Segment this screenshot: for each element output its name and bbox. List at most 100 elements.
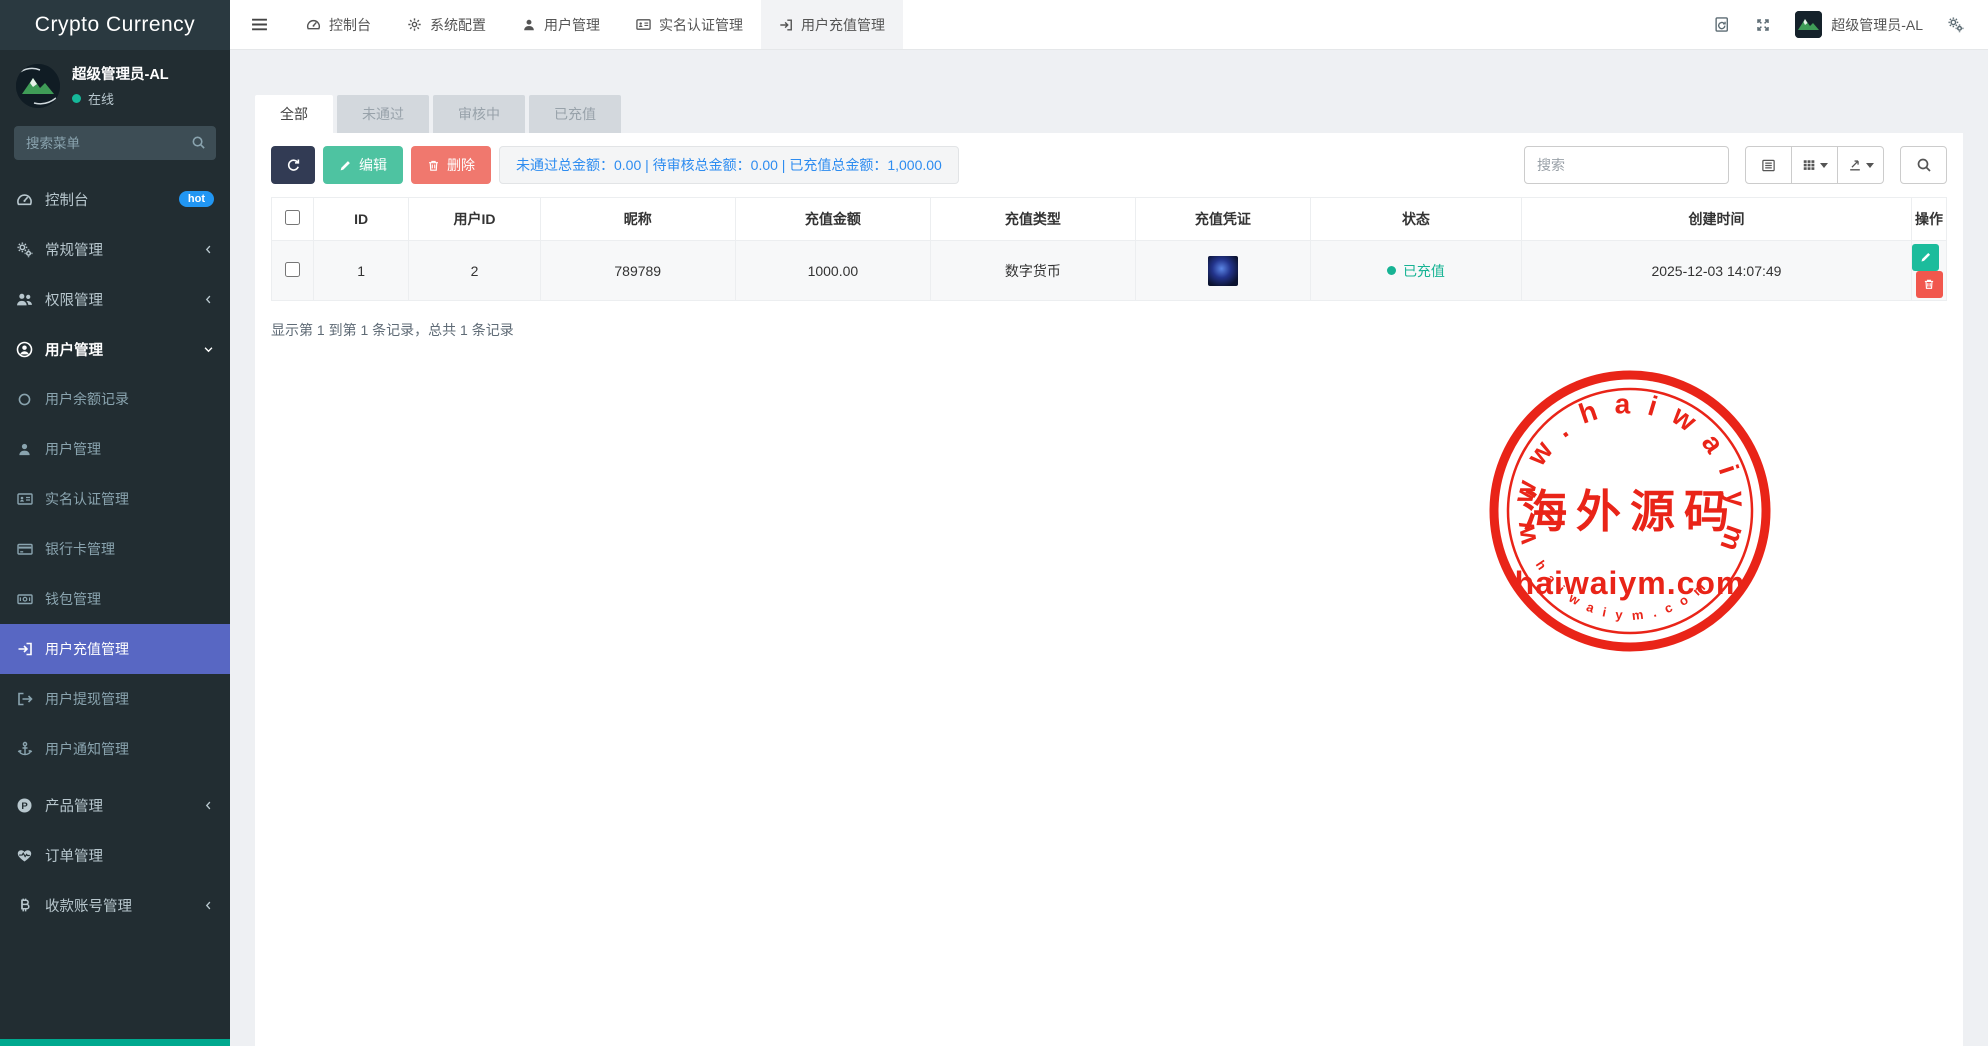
sidebar-item-label: 用户管理 xyxy=(45,339,191,360)
sign-in-icon xyxy=(16,641,33,657)
sidebar-item-general[interactable]: 常规管理 xyxy=(0,224,230,274)
main-area: 控制台 系统配置 用户管理 实名认证管理 xyxy=(230,0,1988,1046)
tab-label: 控制台 xyxy=(329,15,371,35)
tab-label: 用户管理 xyxy=(544,15,600,35)
voucher-thumbnail[interactable] xyxy=(1208,256,1238,286)
toggle-detail-view-button[interactable] xyxy=(1745,146,1792,184)
tab-dashboard[interactable]: 控制台 xyxy=(288,0,389,49)
columns-dropdown-button[interactable] xyxy=(1791,146,1838,184)
tab-system-config[interactable]: 系统配置 xyxy=(389,0,504,49)
clear-cache-icon[interactable] xyxy=(1714,16,1731,33)
sidebar-item-recharge-mgmt[interactable]: 用户充值管理 xyxy=(0,624,230,674)
row-edit-button[interactable] xyxy=(1912,244,1939,271)
cell-amount: 1000.00 xyxy=(735,241,930,301)
toolbar-right xyxy=(1524,146,1947,184)
avatar xyxy=(1795,11,1822,38)
sign-out-icon xyxy=(16,691,33,707)
delete-button-label: 删除 xyxy=(447,155,475,175)
table-header-row: ID 用户ID 昵称 充值金额 充值类型 充值凭证 状态 创建时间 操作 xyxy=(272,198,1947,241)
column-header-type: 充值类型 xyxy=(930,198,1135,241)
filter-tab-all[interactable]: 全部 xyxy=(255,95,333,133)
user-menu[interactable]: 超级管理员-AL xyxy=(1795,11,1923,38)
menu-search xyxy=(14,126,216,160)
filter-tab-rejected[interactable]: 未通过 xyxy=(337,95,429,133)
id-card-icon xyxy=(636,17,651,32)
cell-nickname: 789789 xyxy=(540,241,735,301)
sidebar-item-withdraw-mgmt[interactable]: 用户提现管理 xyxy=(0,674,230,724)
sidebar-item-balance-records[interactable]: 用户余额记录 xyxy=(0,374,230,424)
delete-button[interactable]: 删除 xyxy=(411,146,491,184)
chevron-left-icon xyxy=(203,294,214,305)
user-mgmt-submenu: 用户余额记录 用户管理 实名认证管理 xyxy=(0,374,230,774)
column-header-id: ID xyxy=(313,198,409,241)
settings-gears-icon[interactable] xyxy=(1947,16,1964,33)
filter-tab-reviewing[interactable]: 审核中 xyxy=(433,95,525,133)
cell-user-id: 2 xyxy=(409,241,540,301)
column-header-actions: 操作 xyxy=(1912,198,1947,241)
tab-recharge-mgmt[interactable]: 用户充值管理 xyxy=(761,0,903,49)
dashboard-icon xyxy=(16,191,33,208)
hot-badge: hot xyxy=(179,191,214,207)
status-label: 已充值 xyxy=(1403,261,1445,281)
fullscreen-icon[interactable] xyxy=(1755,17,1771,33)
tab-kyc-mgmt[interactable]: 实名认证管理 xyxy=(618,0,761,49)
column-header-voucher: 充值凭证 xyxy=(1135,198,1310,241)
caret-down-icon xyxy=(1866,163,1874,168)
refresh-button[interactable] xyxy=(271,146,315,184)
sidebar-item-label: 订单管理 xyxy=(45,845,214,866)
edit-button[interactable]: 编辑 xyxy=(323,146,403,184)
cell-type: 数字货币 xyxy=(930,241,1135,301)
row-delete-button[interactable] xyxy=(1916,271,1943,298)
pagination-info: 显示第 1 到第 1 条记录，总共 1 条记录 xyxy=(271,320,1947,340)
sidebar-item-wallets[interactable]: 钱包管理 xyxy=(0,574,230,624)
table-view-button-group xyxy=(1745,146,1884,184)
sidebar-item-label: 常规管理 xyxy=(45,239,191,260)
app-logo[interactable]: Crypto Currency xyxy=(0,0,230,50)
sidebar-item-kyc[interactable]: 实名认证管理 xyxy=(0,474,230,524)
gear-icon xyxy=(407,17,422,32)
user-name: 超级管理员-AL xyxy=(72,63,169,84)
sidebar-item-users[interactable]: 用户管理 xyxy=(0,424,230,474)
bank-card-icon xyxy=(16,541,33,557)
wallet-icon xyxy=(16,591,33,607)
chevron-down-icon xyxy=(203,344,214,355)
edit-button-label: 编辑 xyxy=(359,155,387,175)
chevron-left-icon xyxy=(203,244,214,255)
app-title: Crypto Currency xyxy=(35,13,195,37)
select-all-cell xyxy=(272,198,314,241)
sidebar-bottom-bar xyxy=(0,1039,230,1046)
table-search-input[interactable] xyxy=(1524,146,1729,184)
table-search-button[interactable] xyxy=(1900,146,1947,184)
sidebar-item-notify-mgmt[interactable]: 用户通知管理 xyxy=(0,724,230,774)
bitcoin-icon xyxy=(16,897,33,913)
user-status: 在线 xyxy=(72,89,169,108)
pencil-icon xyxy=(339,159,352,172)
cell-created: 2025-12-03 14:07:49 xyxy=(1521,241,1911,301)
content-area: 全部 未通过 审核中 已充值 编辑 xyxy=(230,50,1988,1046)
amount-summary: 未通过总金额：0.00 | 待审核总金额：0.00 | 已充值总金额：1,000… xyxy=(499,146,959,184)
filter-tabs: 全部 未通过 审核中 已充值 xyxy=(255,95,1963,133)
sidebar-item-orders[interactable]: 订单管理 xyxy=(0,830,230,880)
svg-text:P: P xyxy=(21,800,28,811)
user-icon xyxy=(522,18,536,32)
sidebar-menu: 控制台 hot 常规管理 权限管理 xyxy=(0,174,230,930)
user-status-label: 在线 xyxy=(88,89,114,108)
sidebar-item-label: 银行卡管理 xyxy=(45,539,214,559)
sidebar-item-label: 钱包管理 xyxy=(45,589,214,609)
sidebar-item-user-mgmt[interactable]: 用户管理 xyxy=(0,324,230,374)
select-all-checkbox[interactable] xyxy=(285,210,300,225)
navbar-right: 超级管理员-AL xyxy=(1714,0,1988,49)
sidebar-item-permissions[interactable]: 权限管理 xyxy=(0,274,230,324)
sidebar-toggle-button[interactable] xyxy=(230,0,288,49)
menu-search-input[interactable] xyxy=(14,126,216,160)
search-icon[interactable] xyxy=(191,135,206,150)
filter-tab-recharged[interactable]: 已充值 xyxy=(529,95,621,133)
sidebar-item-dashboard[interactable]: 控制台 hot xyxy=(0,174,230,224)
table-row: 1 2 789789 1000.00 数字货币 已充值 xyxy=(272,241,1947,301)
sidebar-item-products[interactable]: P 产品管理 xyxy=(0,780,230,830)
row-checkbox[interactable] xyxy=(285,262,300,277)
sidebar-item-payment-accounts[interactable]: 收款账号管理 xyxy=(0,880,230,930)
export-dropdown-button[interactable] xyxy=(1837,146,1884,184)
sidebar-item-bank-cards[interactable]: 银行卡管理 xyxy=(0,524,230,574)
tab-user-mgmt[interactable]: 用户管理 xyxy=(504,0,618,49)
